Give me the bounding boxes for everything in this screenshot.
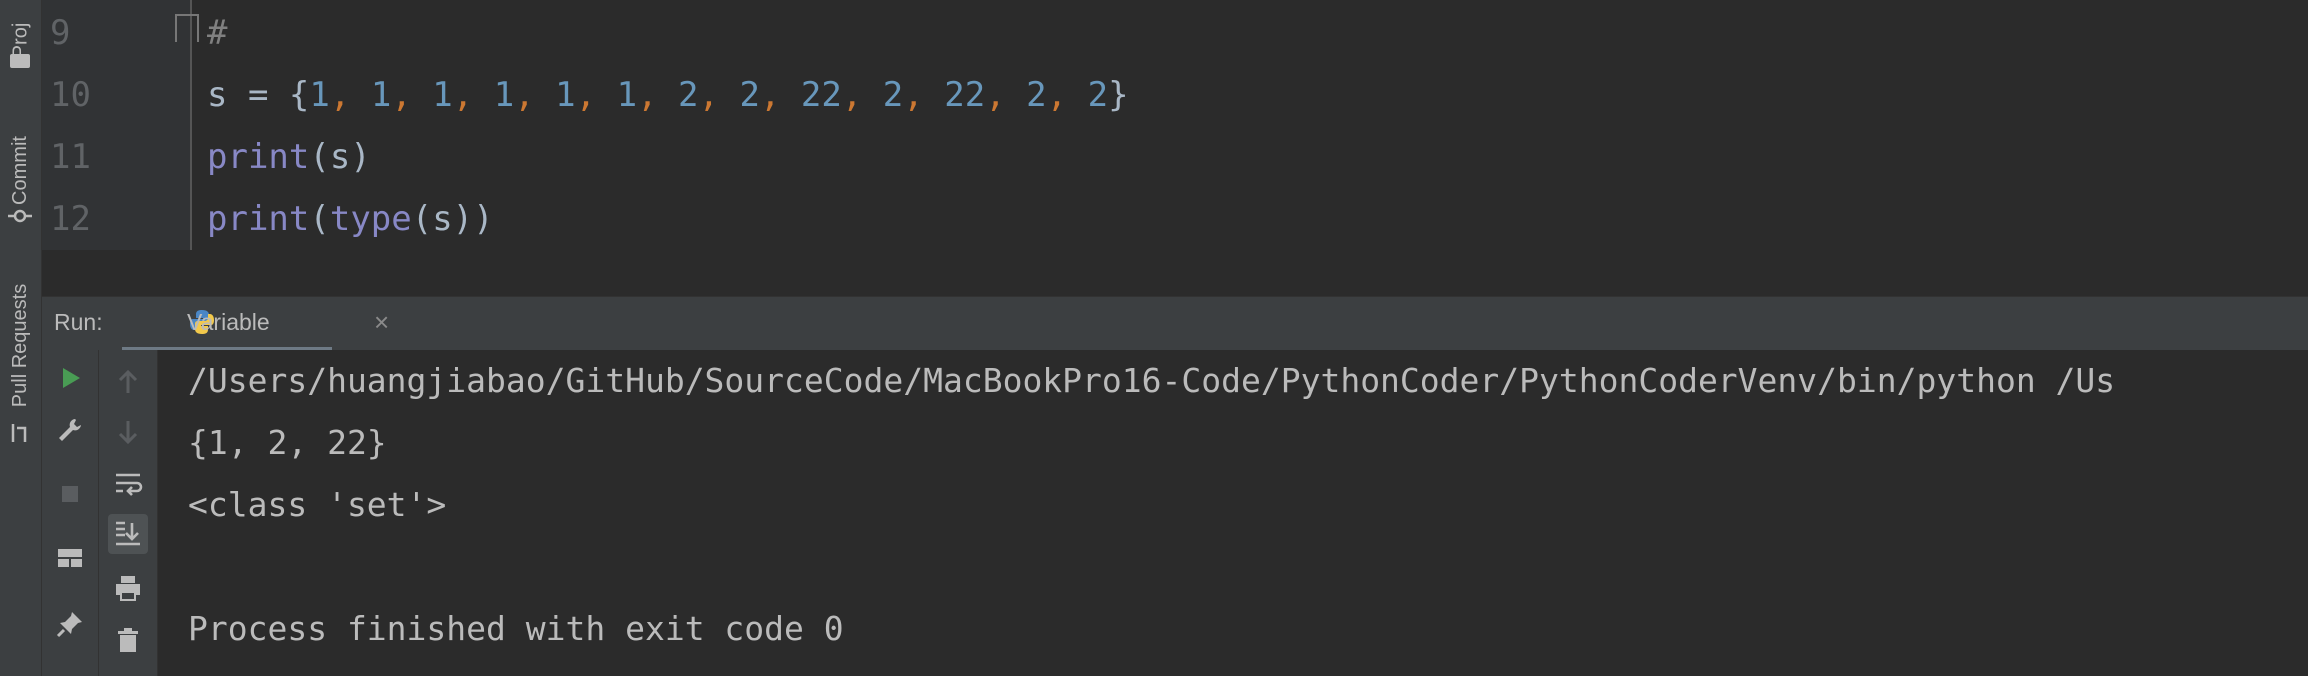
set-element: 1 bbox=[370, 75, 392, 115]
comma-separator: , bbox=[1046, 75, 1088, 115]
print-icon[interactable] bbox=[108, 568, 148, 608]
project-tab[interactable]: Proj bbox=[0, 0, 41, 80]
close-tab-icon[interactable]: × bbox=[374, 307, 389, 338]
set-element: 22 bbox=[800, 75, 842, 115]
print-builtin: print bbox=[207, 137, 310, 177]
project-tab-label: Proj bbox=[8, 22, 31, 58]
print-args: (s) bbox=[309, 137, 371, 177]
console-line-command: /Users/huangjiabao/GitHub/SourceCode/Mac… bbox=[188, 361, 2116, 400]
run-label: Run: bbox=[54, 309, 103, 335]
set-element: 1 bbox=[309, 75, 330, 115]
print-builtin: print bbox=[207, 199, 310, 239]
set-literal-statement: s = {1, 1, 1, 1, 1, 1, 2, 2, 22, 2, 22, … bbox=[207, 64, 1129, 126]
brace-open: { bbox=[288, 75, 310, 115]
brace-close: } bbox=[1108, 75, 1129, 115]
assignment-operator: = bbox=[227, 75, 289, 115]
set-element: 1 bbox=[616, 75, 638, 115]
paren-open: ( bbox=[309, 199, 330, 239]
code-line-10: 10 s = {1, 1, 1, 1, 1, 1, 2, 2, 22, 2, 2… bbox=[42, 64, 2308, 126]
pull-request-icon bbox=[11, 424, 27, 442]
comma-separator: , bbox=[329, 75, 371, 115]
console-line-exit: Process finished with exit code 0 bbox=[188, 609, 844, 648]
run-console[interactable]: /Users/huangjiabao/GitHub/SourceCode/Mac… bbox=[158, 350, 2308, 676]
code-line-11: 11 print(s) bbox=[42, 126, 2308, 188]
comma-separator: , bbox=[391, 75, 433, 115]
commit-tab-label: Commit bbox=[9, 135, 32, 205]
comma-separator: , bbox=[841, 75, 883, 115]
down-arrow-icon[interactable] bbox=[108, 412, 148, 452]
comma-separator: , bbox=[575, 75, 617, 115]
line-number: 10 bbox=[50, 75, 91, 115]
comma-separator: , bbox=[698, 75, 740, 115]
comma-separator: , bbox=[759, 75, 801, 115]
set-element: 2 bbox=[678, 75, 699, 115]
comma-separator: , bbox=[985, 75, 1027, 115]
run-toolbar-primary bbox=[42, 350, 99, 676]
comma-separator: , bbox=[514, 75, 556, 115]
set-element: 1 bbox=[432, 75, 453, 115]
wrench-icon[interactable] bbox=[50, 410, 90, 450]
trash-icon[interactable] bbox=[108, 620, 148, 660]
soft-wrap-icon[interactable] bbox=[108, 464, 148, 504]
set-element: 1 bbox=[555, 75, 576, 115]
run-tab-label: Variable bbox=[187, 309, 270, 335]
pull-requests-tab-label: Pull Requests bbox=[9, 283, 31, 407]
type-builtin: type bbox=[329, 199, 412, 239]
run-icon[interactable] bbox=[50, 358, 90, 398]
pull-requests-tab[interactable]: Pull Requests bbox=[0, 260, 41, 430]
code-line-12: 12 print(type(s)) bbox=[42, 188, 2308, 250]
set-element: 2 bbox=[1026, 75, 1047, 115]
pin-icon[interactable] bbox=[50, 604, 90, 644]
type-args: (s)) bbox=[411, 199, 494, 239]
stop-icon[interactable] bbox=[50, 474, 90, 514]
set-element: 2 bbox=[1087, 75, 1109, 115]
comment-text: # bbox=[207, 13, 228, 53]
set-element: 22 bbox=[944, 75, 986, 115]
print-type-statement: print(type(s)) bbox=[207, 188, 494, 250]
variable-name: s bbox=[207, 75, 228, 115]
scroll-to-end-icon[interactable] bbox=[108, 514, 148, 554]
line-number: 12 bbox=[50, 199, 91, 239]
up-arrow-icon[interactable] bbox=[108, 362, 148, 402]
comma-separator: , bbox=[637, 75, 679, 115]
set-element: 1 bbox=[493, 75, 515, 115]
layout-icon[interactable] bbox=[50, 538, 90, 578]
console-line-output: {1, 2, 22} bbox=[188, 423, 387, 462]
commit-icon bbox=[8, 209, 32, 223]
run-tab-variable[interactable]: Variable × bbox=[122, 297, 389, 351]
code-editor[interactable]: 9 # 10 s = {1, 1, 1, 1, 1, 1, 2, 2, 22, … bbox=[42, 0, 2308, 250]
line-number: 11 bbox=[50, 137, 91, 177]
set-element: 2 bbox=[882, 75, 904, 115]
run-toolbar-secondary bbox=[99, 350, 158, 676]
run-panel-header: Run: Variable × bbox=[42, 296, 2308, 351]
comma-separator: , bbox=[452, 75, 494, 115]
console-line-output: <class 'set'> bbox=[188, 485, 447, 524]
folder-icon bbox=[10, 54, 30, 68]
line-number: 9 bbox=[50, 13, 71, 53]
tool-window-strip: Proj Commit Pull Requests bbox=[0, 0, 42, 676]
set-element: 2 bbox=[739, 75, 760, 115]
comma-separator: , bbox=[903, 75, 945, 115]
code-line-9: 9 # bbox=[42, 2, 2308, 64]
print-statement: print(s) bbox=[207, 126, 371, 188]
